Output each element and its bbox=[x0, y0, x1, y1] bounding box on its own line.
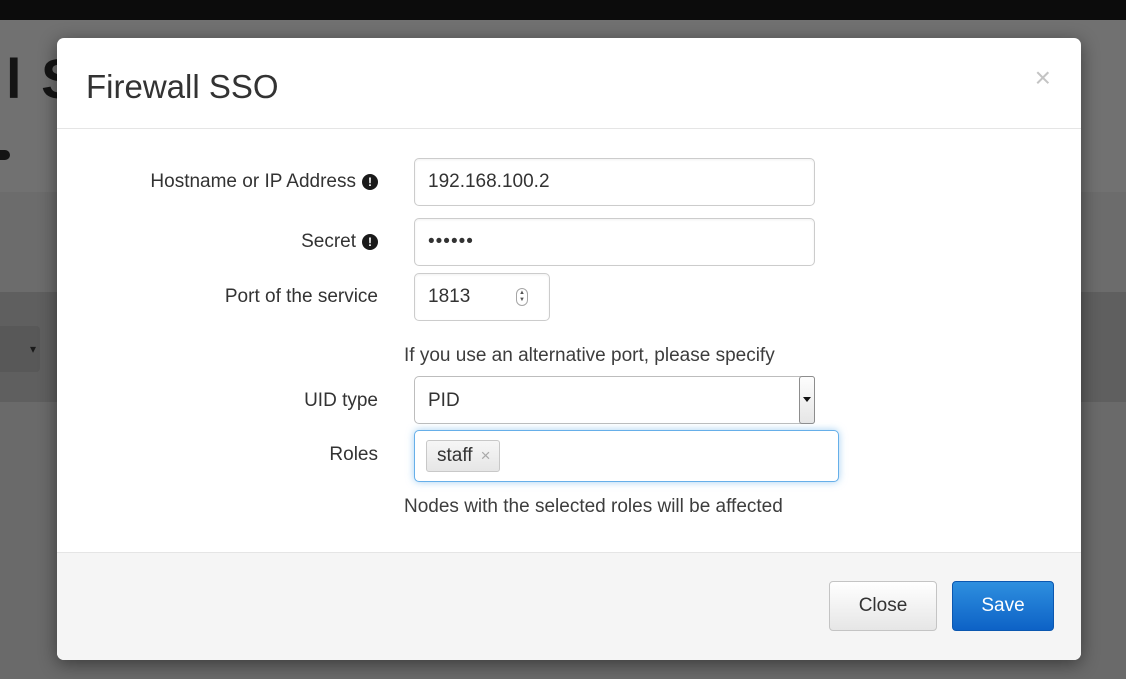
background-topbar bbox=[0, 0, 1126, 20]
hostname-label-text: Hostname or IP Address bbox=[150, 171, 356, 192]
background-dropdown: ▾ bbox=[0, 326, 40, 372]
hostname-label: Hostname or IP Address ! bbox=[150, 171, 378, 193]
chevron-down-icon[interactable] bbox=[799, 376, 815, 424]
close-icon[interactable]: × bbox=[1035, 64, 1051, 92]
remove-tag-icon[interactable]: × bbox=[481, 446, 491, 466]
roles-label-text: Roles bbox=[329, 444, 378, 465]
uid-type-selected-value: PID bbox=[428, 390, 460, 411]
roles-help-text: Nodes with the selected roles will be af… bbox=[404, 496, 783, 517]
port-label-text: Port of the service bbox=[224, 286, 378, 307]
port-help-text: If you use an alternative port, please s… bbox=[404, 345, 775, 366]
secret-label: Secret ! bbox=[301, 231, 378, 253]
secret-label-text: Secret bbox=[301, 231, 356, 252]
uid-type-select[interactable]: PID bbox=[414, 376, 815, 424]
port-field-wrapper: ▲▼ bbox=[414, 273, 550, 321]
role-tag-staff: staff × bbox=[426, 440, 500, 472]
role-tag-label: staff bbox=[437, 445, 473, 466]
secret-input[interactable] bbox=[414, 218, 815, 266]
modal-footer: Close Save bbox=[57, 552, 1081, 660]
exclamation-circle-icon: ! bbox=[362, 174, 378, 190]
close-button[interactable]: Close bbox=[829, 581, 937, 631]
firewall-sso-modal: Firewall SSO × Hostname or IP Address ! … bbox=[57, 38, 1081, 660]
port-stepper-icon[interactable]: ▲ ▼ bbox=[516, 288, 528, 306]
modal-header: Firewall SSO × bbox=[57, 38, 1081, 129]
roles-label: Roles bbox=[329, 444, 378, 466]
exclamation-circle-icon: ! bbox=[362, 234, 378, 250]
modal-title: Firewall SSO bbox=[86, 68, 279, 105]
background-bullet bbox=[0, 150, 10, 160]
roles-tags-input[interactable]: staff × bbox=[414, 430, 839, 482]
port-input[interactable] bbox=[414, 273, 550, 321]
uid-type-label: UID type bbox=[304, 390, 378, 412]
save-button[interactable]: Save bbox=[952, 581, 1054, 631]
hostname-input[interactable] bbox=[414, 158, 815, 206]
uid-type-label-text: UID type bbox=[304, 390, 378, 411]
port-label: Port of the service bbox=[225, 286, 378, 308]
